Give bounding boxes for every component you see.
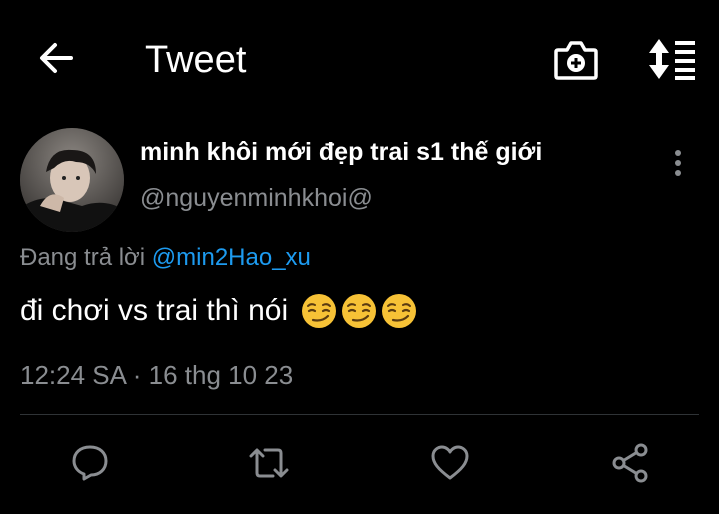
reply-button[interactable]: [67, 440, 113, 486]
smirk-emoji: [342, 294, 377, 328]
reply-context: Đang trả lời @min2Hao_xu: [20, 244, 311, 272]
reply-prefix: Đang trả lời: [20, 244, 152, 271]
sort-list-icon: [649, 39, 695, 80]
back-button[interactable]: [34, 36, 78, 80]
tweet-timestamp: 12:24 SA · 16 thg 10 23: [20, 360, 294, 390]
divider: [20, 414, 699, 415]
tweet-body: đi chơi vs trai thì nói: [20, 292, 418, 330]
like-button[interactable]: [427, 440, 473, 486]
more-options-button[interactable]: [664, 148, 692, 180]
sort-button[interactable]: [645, 36, 697, 82]
page-title: Tweet: [145, 39, 247, 81]
avatar[interactable]: [20, 128, 124, 232]
smirk-emoji: [382, 294, 417, 328]
user-handle[interactable]: @nguyenminhkhoi@: [140, 184, 373, 213]
retweet-button[interactable]: [246, 440, 292, 486]
profile-photo: [20, 128, 124, 232]
tweet-text: đi chơi vs trai thì nói: [20, 294, 289, 327]
heart-icon: [431, 445, 469, 480]
arrow-left-icon: [40, 43, 73, 73]
retweet-icon: [249, 448, 289, 478]
top-bar: Tweet: [0, 0, 719, 118]
share-icon: [612, 443, 648, 483]
comment-icon: [72, 445, 108, 481]
camera-button[interactable]: [553, 36, 599, 82]
reply-mention-link[interactable]: @min2Hao_xu: [152, 244, 311, 271]
more-vertical-icon: [675, 150, 681, 176]
display-name[interactable]: minh khôi mới đẹp trai s1 thế giới: [140, 138, 542, 167]
smirk-emoji: [302, 294, 337, 328]
camera-add-icon: [554, 41, 598, 80]
share-button[interactable]: [607, 440, 653, 486]
